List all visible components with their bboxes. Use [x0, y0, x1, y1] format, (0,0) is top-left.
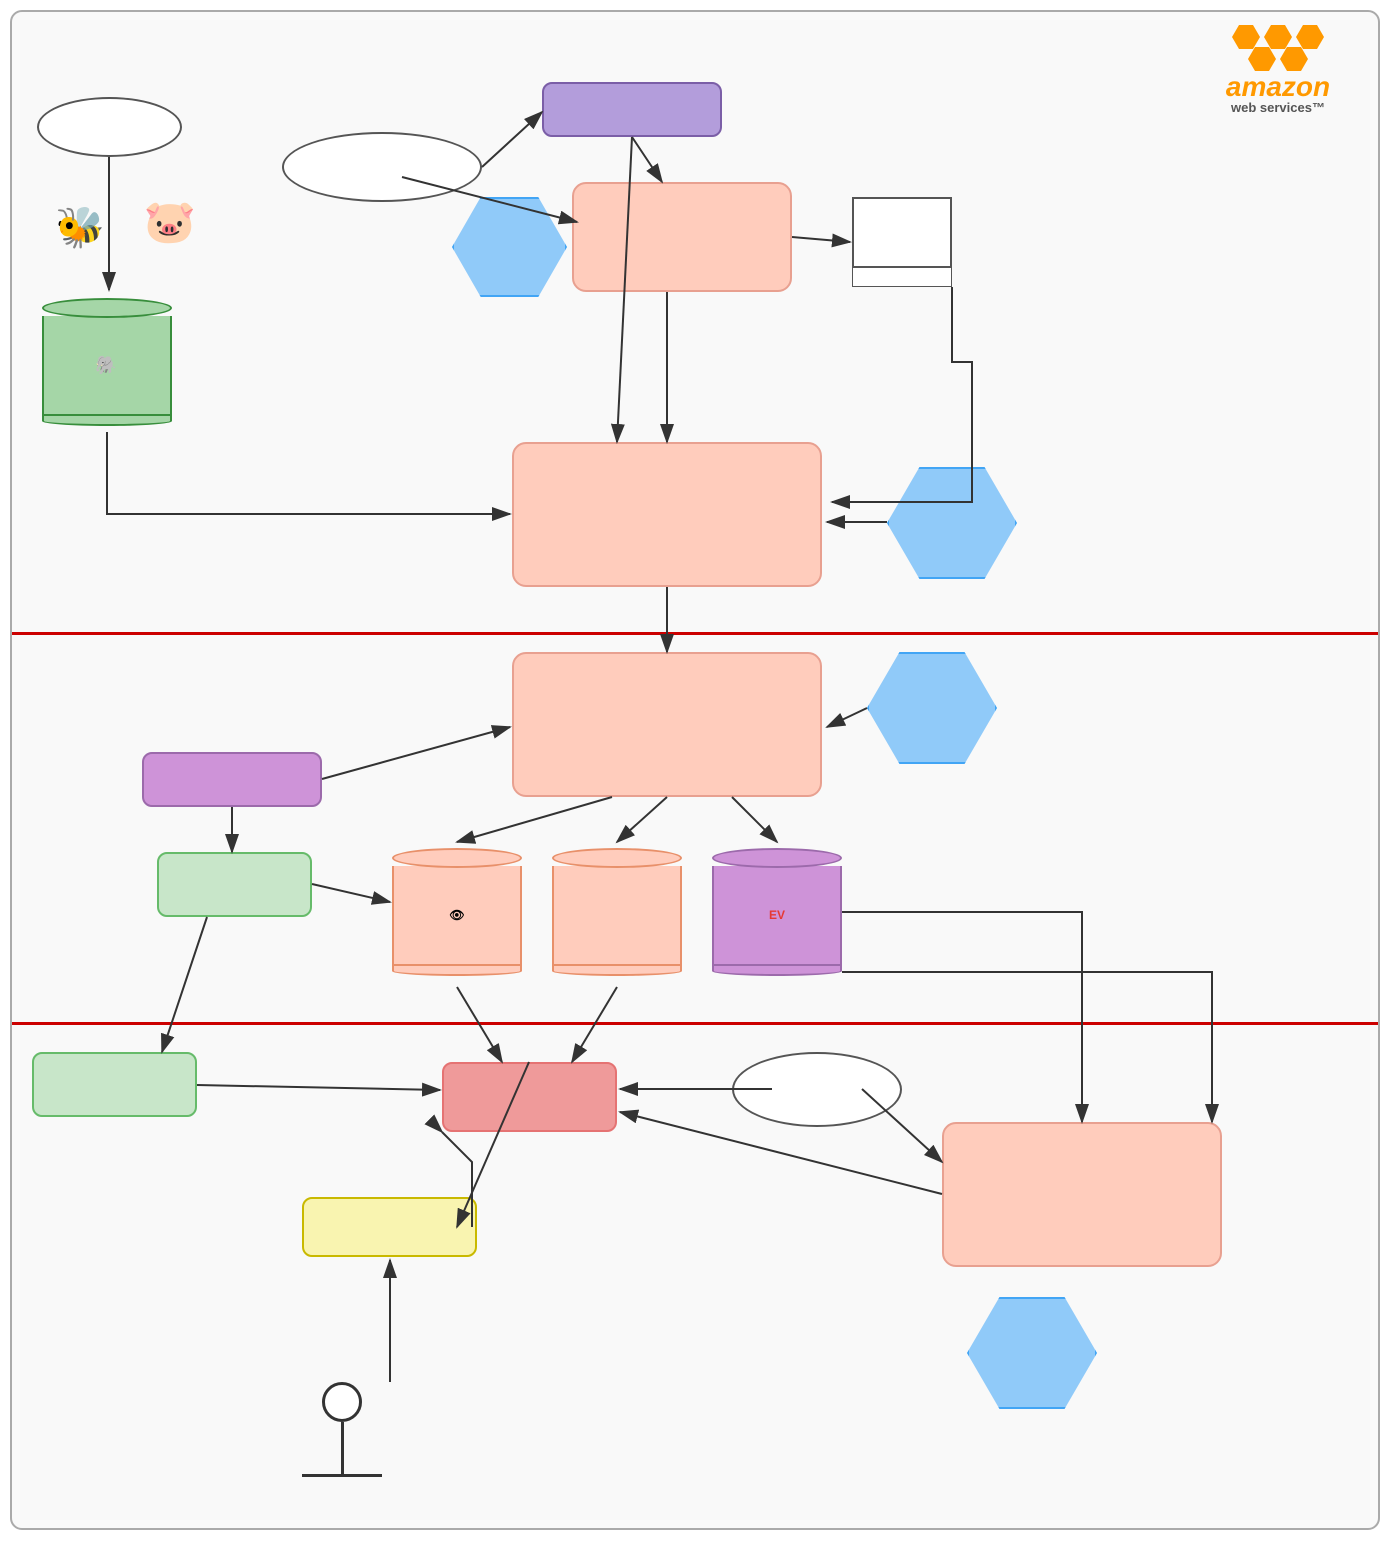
hive-icon: 🐝: [40, 187, 120, 267]
ml-algorithm-offline-top: [452, 197, 567, 297]
aws-hex-icon4: [1248, 47, 1276, 71]
evcache-node: EV: [712, 842, 842, 982]
main-container: amazon web services™ 🐝 🐷 🐘: [10, 10, 1380, 1530]
aws-logo: amazon web services™: [1198, 27, 1358, 112]
aws-web-text: web services™: [1231, 101, 1325, 114]
online-computation-node: [942, 1122, 1222, 1267]
online-data-service-node: [732, 1052, 902, 1127]
aws-hex-icon5: [1280, 47, 1308, 71]
ui-client-node: [302, 1197, 477, 1257]
query-results-node: [37, 97, 182, 157]
models-node: [852, 197, 952, 287]
separator-nearline-online: [12, 1022, 1378, 1025]
aws-hex-icon2: [1264, 25, 1292, 49]
manhattan-node: [142, 752, 322, 807]
hadoop-node: 🐘: [42, 292, 172, 432]
aws-hex-icon: [1232, 25, 1260, 49]
pig-icon: 🐷: [130, 182, 210, 262]
user-event-queue-node: [157, 852, 312, 917]
offline-data-node: [282, 132, 482, 202]
mysql-node: [552, 842, 682, 982]
ml-algorithm-nearline: [867, 652, 997, 764]
ml-algorithm-offline-bottom: [887, 467, 1017, 579]
aws-amazon-text: amazon: [1226, 73, 1330, 101]
algo-service-node: [442, 1062, 617, 1132]
aws-hex-icon3: [1296, 25, 1324, 49]
cassandra-node: 👁: [392, 842, 522, 982]
separator-offline-nearline: [12, 632, 1378, 635]
member-leg-left-icon: [325, 1529, 340, 1530]
member-head-icon: [322, 1382, 362, 1422]
nearline-computation-node: [512, 652, 822, 797]
member-leg-right-icon: [343, 1529, 358, 1530]
hermes-node: [542, 82, 722, 137]
ml-algorithm-online: [967, 1297, 1097, 1409]
member-arms-icon: [302, 1474, 382, 1477]
member-body-icon: [341, 1422, 344, 1477]
offline-computation-node: [512, 442, 822, 587]
member-figure: [317, 1382, 367, 1530]
hive-bee-icon: 🐝: [55, 204, 105, 251]
model-training-node: [572, 182, 792, 292]
event-distribution-node: [32, 1052, 197, 1117]
